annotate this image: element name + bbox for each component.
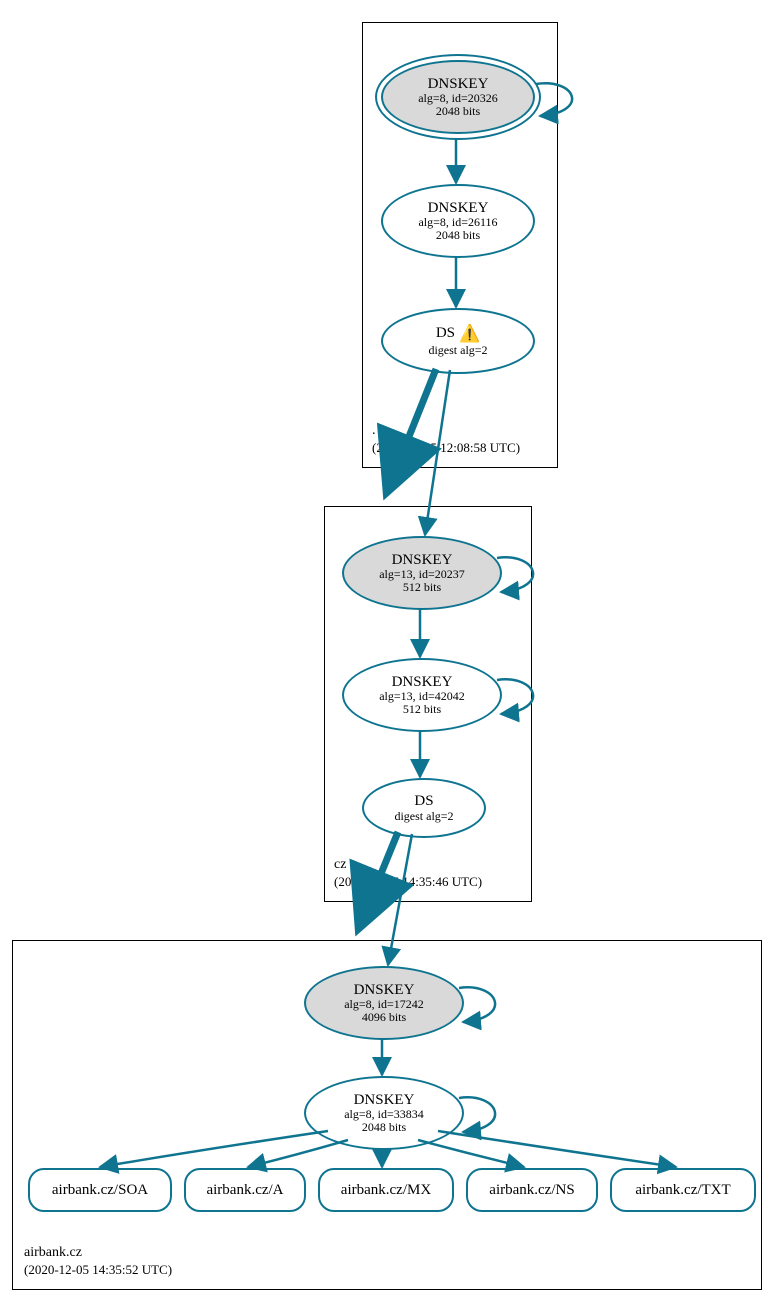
zone-label-cz: cz (2020-12-05 14:35:46 UTC) bbox=[334, 856, 482, 892]
node-root-ksk-title: DNSKEY bbox=[428, 76, 489, 93]
record-soa-label: airbank.cz/SOA bbox=[52, 1182, 148, 1199]
node-root-zsk-title: DNSKEY bbox=[428, 200, 489, 217]
zone-ts-airbank: (2020-12-05 14:35:52 UTC) bbox=[24, 1262, 172, 1277]
node-airbank-zsk: DNSKEY alg=8, id=33834 2048 bits bbox=[304, 1076, 464, 1150]
node-airbank-zsk-title: DNSKEY bbox=[354, 1092, 415, 1109]
node-airbank-ksk: DNSKEY alg=8, id=17242 4096 bits bbox=[304, 966, 464, 1040]
node-root-ds-title: DS bbox=[436, 325, 455, 341]
node-root-ds-line2: digest alg=2 bbox=[428, 344, 487, 357]
record-mx: airbank.cz/MX bbox=[318, 1168, 454, 1212]
record-a: airbank.cz/A bbox=[184, 1168, 306, 1212]
node-root-ksk: DNSKEY alg=8, id=20326 2048 bits bbox=[381, 60, 535, 134]
node-cz-ds: DS digest alg=2 bbox=[362, 778, 486, 838]
node-root-ds: DS⚠️ digest alg=2 bbox=[381, 308, 535, 374]
record-txt: airbank.cz/TXT bbox=[610, 1168, 756, 1212]
record-ns-label: airbank.cz/NS bbox=[489, 1182, 574, 1199]
node-cz-ksk-title: DNSKEY bbox=[392, 552, 453, 569]
node-airbank-ksk-line3: 4096 bits bbox=[362, 1011, 406, 1024]
node-root-zsk-line3: 2048 bits bbox=[436, 229, 480, 242]
node-root-ds-title-wrap: DS⚠️ bbox=[436, 325, 480, 344]
zone-label-airbank: airbank.cz (2020-12-05 14:35:52 UTC) bbox=[24, 1244, 172, 1280]
node-cz-ds-line2: digest alg=2 bbox=[394, 810, 453, 823]
node-root-ksk-line3: 2048 bits bbox=[436, 105, 480, 118]
warning-icon: ⚠️ bbox=[459, 325, 480, 344]
zone-name-cz: cz bbox=[334, 857, 346, 872]
node-cz-zsk-title: DNSKEY bbox=[392, 674, 453, 691]
node-cz-zsk: DNSKEY alg=13, id=42042 512 bits bbox=[342, 658, 502, 732]
node-airbank-ksk-title: DNSKEY bbox=[354, 982, 415, 999]
record-txt-label: airbank.cz/TXT bbox=[635, 1182, 730, 1199]
node-cz-ksk: DNSKEY alg=13, id=20237 512 bits bbox=[342, 536, 502, 610]
node-cz-ksk-line3: 512 bits bbox=[403, 581, 441, 594]
record-ns: airbank.cz/NS bbox=[466, 1168, 598, 1212]
node-airbank-zsk-line3: 2048 bits bbox=[362, 1121, 406, 1134]
node-cz-zsk-line3: 512 bits bbox=[403, 703, 441, 716]
zone-ts-root: (2020-12-05 12:08:58 UTC) bbox=[372, 440, 520, 455]
node-cz-ds-title: DS bbox=[414, 793, 433, 810]
record-mx-label: airbank.cz/MX bbox=[341, 1182, 431, 1199]
zone-ts-cz: (2020-12-05 14:35:46 UTC) bbox=[334, 874, 482, 889]
record-a-label: airbank.cz/A bbox=[206, 1182, 283, 1199]
zone-label-root: . (2020-12-05 12:08:58 UTC) bbox=[372, 422, 520, 458]
zone-name-root: . bbox=[372, 423, 376, 438]
record-soa: airbank.cz/SOA bbox=[28, 1168, 172, 1212]
node-root-zsk: DNSKEY alg=8, id=26116 2048 bits bbox=[381, 184, 535, 258]
zone-name-airbank: airbank.cz bbox=[24, 1245, 82, 1260]
